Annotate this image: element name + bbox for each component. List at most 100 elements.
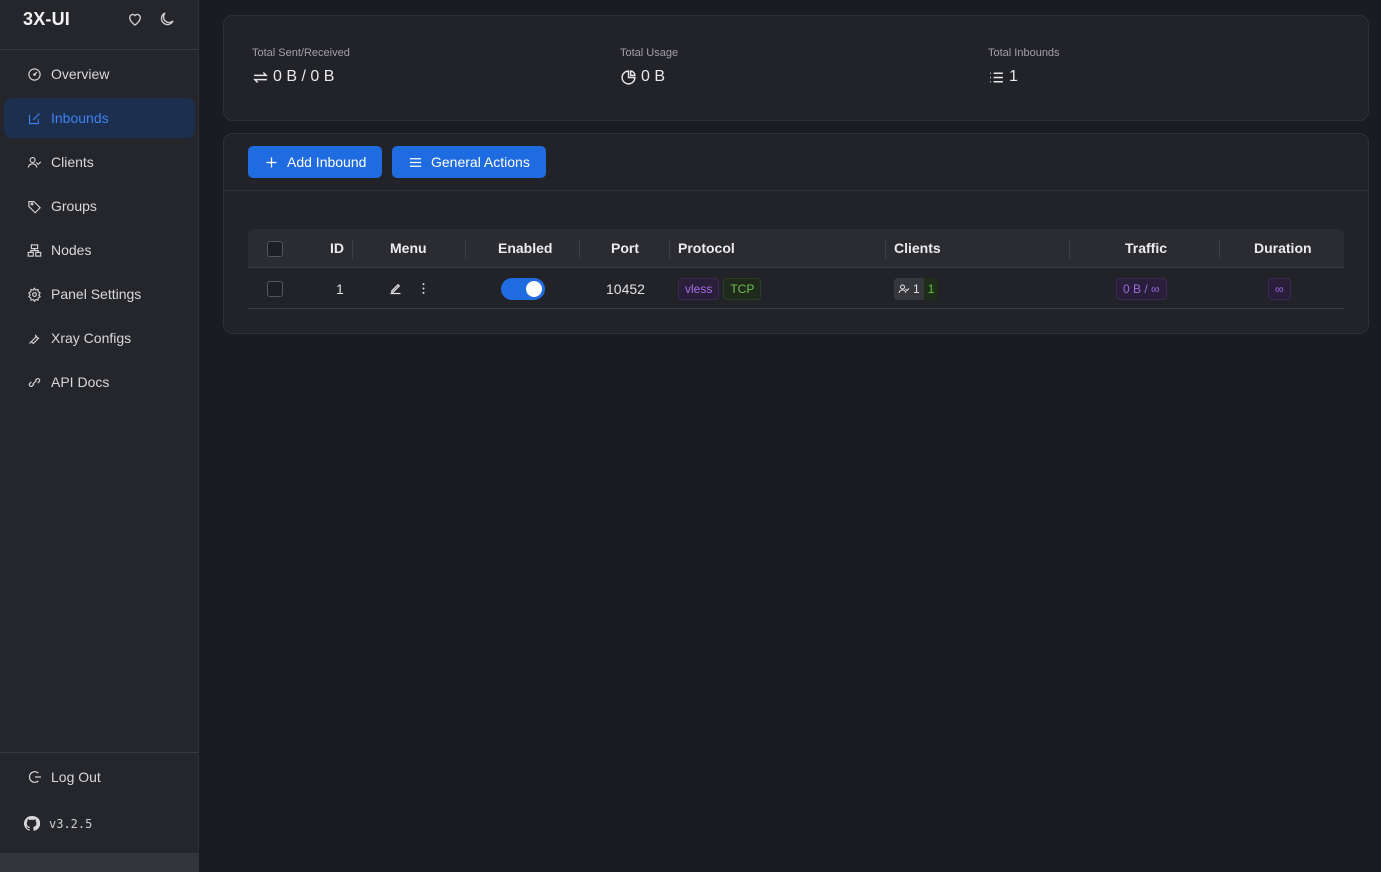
column-separator (465, 239, 466, 259)
inbounds-card: Add Inbound General Actions ID Menu Enab… (223, 133, 1369, 334)
users-icon (27, 156, 42, 168)
transport-tag: TCP (723, 277, 762, 300)
pie-chart-icon (621, 69, 636, 85)
column-separator (1219, 239, 1220, 259)
moon-icon[interactable] (158, 10, 176, 33)
sidebar-item-nodes[interactable]: Nodes (4, 230, 195, 270)
cluster-icon (27, 243, 42, 257)
sidebar-item-groups[interactable]: Groups (4, 186, 195, 226)
add-inbound-button[interactable]: Add Inbound (248, 146, 383, 178)
edit-button[interactable] (388, 268, 403, 309)
edit-square-icon (28, 112, 40, 124)
sidebar-item-label: Groups (51, 198, 97, 214)
stat-value: 0 B / 0 B (252, 68, 350, 86)
row-checkbox[interactable] (267, 268, 283, 309)
sent-received-value: 0 B / 0 B (273, 68, 335, 85)
stat-label: Total Usage (620, 47, 679, 59)
tool-icon (29, 334, 40, 344)
protocol-cell: vless TCP (678, 268, 762, 309)
clients-total-tag: 1 (894, 277, 924, 300)
select-all-checkbox[interactable] (267, 229, 283, 268)
brand-actions (126, 10, 176, 33)
usage-value: 0 B (641, 68, 666, 85)
row-port: 10452 (606, 280, 645, 297)
sidebar-collapse-bar[interactable] (0, 853, 199, 872)
tag-icon (28, 200, 41, 214)
sidebar-item-panel-settings[interactable]: Panel Settings (4, 274, 195, 314)
stat-usage: Total Usage 0 B (620, 47, 678, 86)
sidebar-item-label: Panel Settings (51, 286, 142, 302)
version-link[interactable]: v3.2.5 (23, 815, 92, 832)
logout-button[interactable]: Log Out (4, 757, 195, 797)
sidebar-item-label: Xray Configs (51, 330, 132, 346)
stat-value: 1 (988, 68, 1060, 86)
enabled-toggle[interactable] (501, 268, 545, 309)
pencil-icon (390, 283, 401, 295)
logout-icon (28, 771, 41, 783)
version-label: v3.2.5 (49, 816, 93, 831)
stat-label: Total Inbounds (988, 47, 1060, 59)
stats-card: Total Sent/Received 0 B / 0 B Total Usag… (223, 15, 1369, 121)
sidebar: 3X-UI Overview Inbounds Clients Groups N… (0, 0, 199, 872)
sidebar-item-clients[interactable]: Clients (4, 142, 195, 182)
sidebar-divider (0, 49, 199, 50)
inbounds-table: ID Menu Enabled Port Protocol Clients Tr… (248, 229, 1344, 309)
github-icon (24, 816, 40, 831)
gear-icon (28, 286, 41, 302)
sidebar-nav: Overview Inbounds Clients Groups Nodes P… (4, 54, 195, 406)
sidebar-divider (0, 752, 199, 753)
sidebar-item-api-docs[interactable]: API Docs (4, 362, 195, 402)
sidebar-item-label: API Docs (51, 374, 110, 390)
traffic-tag: 0 B / ∞ (1116, 277, 1167, 300)
sidebar-item-overview[interactable]: Overview (4, 54, 195, 94)
table-row: 1 10452 vless TCP 1 1 0 B / ∞ ∞ (248, 268, 1344, 309)
table-header: ID Menu Enabled Port Protocol Clients Tr… (248, 229, 1344, 268)
inbounds-count: 1 (1009, 68, 1018, 85)
column-separator (579, 239, 580, 259)
column-id: ID (330, 240, 344, 256)
column-port: Port (611, 240, 639, 256)
clients-active-tag: 1 (923, 277, 939, 300)
column-duration: Duration (1254, 240, 1312, 256)
protocol-tag: vless (678, 277, 720, 300)
logout-label: Log Out (51, 769, 101, 785)
column-separator (1069, 239, 1070, 259)
column-enabled: Enabled (498, 240, 553, 256)
users-icon (898, 284, 910, 293)
column-separator (885, 239, 886, 259)
column-separator (669, 239, 670, 259)
duration-tag: ∞ (1268, 277, 1291, 300)
sidebar-item-label: Overview (51, 66, 110, 82)
add-inbound-label: Add Inbound (287, 154, 367, 170)
clients-cell[interactable]: 1 1 (894, 268, 939, 309)
sidebar-item-label: Nodes (51, 242, 92, 258)
sidebar-item-inbounds[interactable]: Inbounds (4, 98, 195, 138)
column-separator (352, 239, 353, 259)
column-menu: Menu (390, 240, 427, 256)
stat-sent-received: Total Sent/Received 0 B / 0 B (252, 47, 350, 86)
stat-label: Total Sent/Received (252, 47, 350, 59)
duration-cell: ∞ (1268, 268, 1291, 309)
heart-icon[interactable] (126, 10, 144, 33)
api-icon (28, 377, 41, 387)
brand-logo: 3X-UI (23, 9, 71, 29)
clients-total: 1 (913, 281, 920, 296)
list-icon (990, 72, 1003, 82)
card-divider (224, 190, 1368, 191)
traffic-cell: 0 B / ∞ (1116, 268, 1167, 309)
more-vertical-icon (422, 283, 425, 294)
swap-icon (253, 71, 268, 83)
column-protocol: Protocol (678, 240, 735, 256)
sidebar-item-label: Clients (51, 154, 94, 170)
column-traffic: Traffic (1125, 240, 1168, 256)
more-options-button[interactable] (416, 268, 431, 309)
stat-value: 0 B (620, 68, 678, 86)
row-id: 1 (336, 280, 344, 297)
sidebar-item-label: Inbounds (51, 110, 109, 126)
sidebar-item-xray-configs[interactable]: Xray Configs (4, 318, 195, 358)
dashboard-icon (28, 67, 41, 81)
plus-icon (266, 157, 277, 167)
general-actions-button[interactable]: General Actions (392, 146, 546, 178)
general-actions-label: General Actions (431, 154, 530, 170)
column-clients: Clients (894, 240, 941, 256)
